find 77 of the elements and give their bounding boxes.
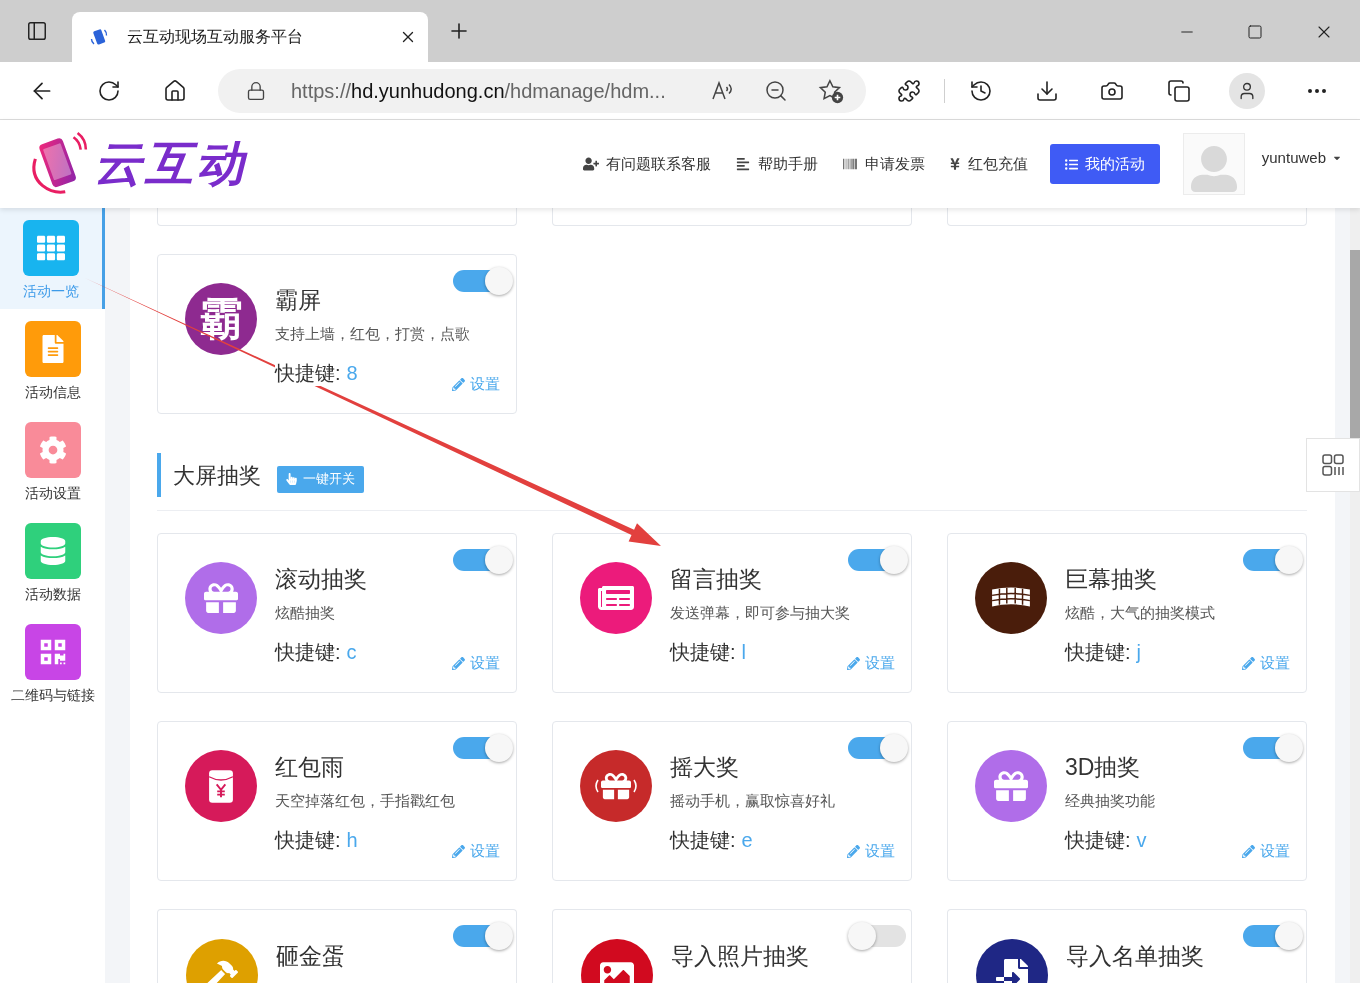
nav-link[interactable]: 有问题联系客服 [582, 152, 711, 176]
card-description: 经典抽奖功能 [1065, 791, 1155, 811]
card-title: 红包雨 [275, 753, 344, 782]
user-menu[interactable]: yuntuweb [1261, 147, 1342, 170]
pencil-icon [452, 656, 465, 670]
section-title: 大屏抽奖 [157, 453, 261, 497]
home-icon[interactable] [163, 78, 187, 103]
shortcut-text: 快捷键: e [670, 827, 753, 853]
toggle-switch[interactable] [1243, 546, 1303, 574]
address-bar[interactable]: https://hd.yunhudong.cn/hdmanage/hdm... [218, 68, 866, 113]
floating-menu-button[interactable] [1306, 438, 1360, 492]
history-icon[interactable] [969, 78, 993, 103]
shortcut-text: 快捷键: c [275, 639, 357, 665]
card-description: 天空掉落红包，手指戳红包 [275, 791, 455, 811]
zoom-out-icon[interactable] [764, 78, 788, 103]
card-title: 滚动抽奖 [275, 565, 367, 594]
profile-icon[interactable] [1229, 72, 1265, 109]
toggle-switch[interactable] [453, 734, 513, 762]
toggle-switch[interactable] [848, 546, 908, 574]
pencil-icon [1242, 844, 1255, 858]
card-title: 导入名单抽奖 [1066, 942, 1204, 971]
nav-link[interactable]: 红包充值 [949, 152, 1028, 176]
toggle-switch[interactable] [848, 734, 908, 762]
shortcut-text: 快捷键: l [670, 639, 746, 665]
card-title: 摇大奖 [670, 753, 739, 782]
card-title: 导入照片抽奖 [671, 942, 809, 971]
shortcut-text: 快捷键: v [1065, 827, 1147, 853]
url-text: https://hd.yunhudong.cn/hdmanage/hdm... [291, 78, 666, 104]
lock-icon [246, 80, 266, 101]
barcode-icon [842, 157, 857, 171]
phone-icon [89, 27, 109, 47]
user-silhouette-icon [1182, 133, 1245, 195]
card-title: 3D抽奖 [1065, 753, 1141, 782]
card-description: 炫酷抽奖 [275, 603, 335, 623]
shortcut-text: 快捷键: h [275, 827, 358, 853]
card-description: 支持上墙，红包，打赏，点歌 [275, 324, 470, 344]
logo-text: 云互动 [94, 140, 247, 188]
toggle-switch[interactable] [1243, 922, 1303, 950]
maximize-icon[interactable] [1247, 24, 1263, 40]
nav-link[interactable]: 申请发票 [842, 152, 925, 176]
download-icon[interactable] [1035, 78, 1059, 103]
puzzle-icon[interactable] [897, 78, 921, 103]
star-plus-icon[interactable] [818, 77, 844, 104]
pencil-icon [1242, 656, 1255, 670]
scrollbar-track[interactable] [1350, 208, 1360, 983]
toggle-switch[interactable] [453, 922, 513, 950]
tab-actions-icon[interactable] [26, 20, 48, 42]
user-plus-icon [582, 157, 599, 171]
card-description: 摇动手机，赢取惊喜好礼 [670, 791, 835, 811]
nav-link[interactable]: 帮助手册 [735, 152, 818, 176]
scrollbar-thumb[interactable] [1350, 250, 1360, 438]
toggle-switch[interactable] [1243, 734, 1303, 762]
my-activities-button[interactable]: 我的活动 [1049, 144, 1160, 184]
shortcut-text: 快捷键: 8 [275, 360, 358, 386]
pencil-icon [847, 844, 860, 858]
card-description: 炫酷，大气的抽奖模式 [1065, 603, 1215, 623]
toggle-switch[interactable] [453, 267, 513, 295]
card-description: 发送弹幕，即可参与抽大奖 [670, 603, 850, 623]
pencil-icon [847, 656, 860, 670]
shortcut-text: 快捷键: j [1065, 639, 1141, 665]
pencil-icon [452, 377, 465, 391]
grid-icon [1321, 453, 1345, 477]
card-title: 巨幕抽奖 [1065, 565, 1157, 594]
copy-icon[interactable] [1167, 78, 1191, 103]
hand-pointer-icon [286, 473, 297, 485]
card-title: 砸金蛋 [276, 942, 345, 971]
yen-icon [949, 157, 960, 171]
toggle-switch[interactable] [848, 922, 908, 950]
card-title: 霸屏 [275, 286, 321, 315]
pencil-icon [452, 844, 465, 858]
lines-icon [735, 157, 750, 171]
refresh-icon[interactable] [97, 78, 121, 103]
list-icon [1064, 157, 1078, 171]
toggle-switch[interactable] [453, 546, 513, 574]
card-title: 留言抽奖 [670, 565, 762, 594]
browser-tab[interactable]: 云互动现场互动服务平台 [72, 12, 428, 62]
character-badge: 霸 [185, 283, 257, 355]
